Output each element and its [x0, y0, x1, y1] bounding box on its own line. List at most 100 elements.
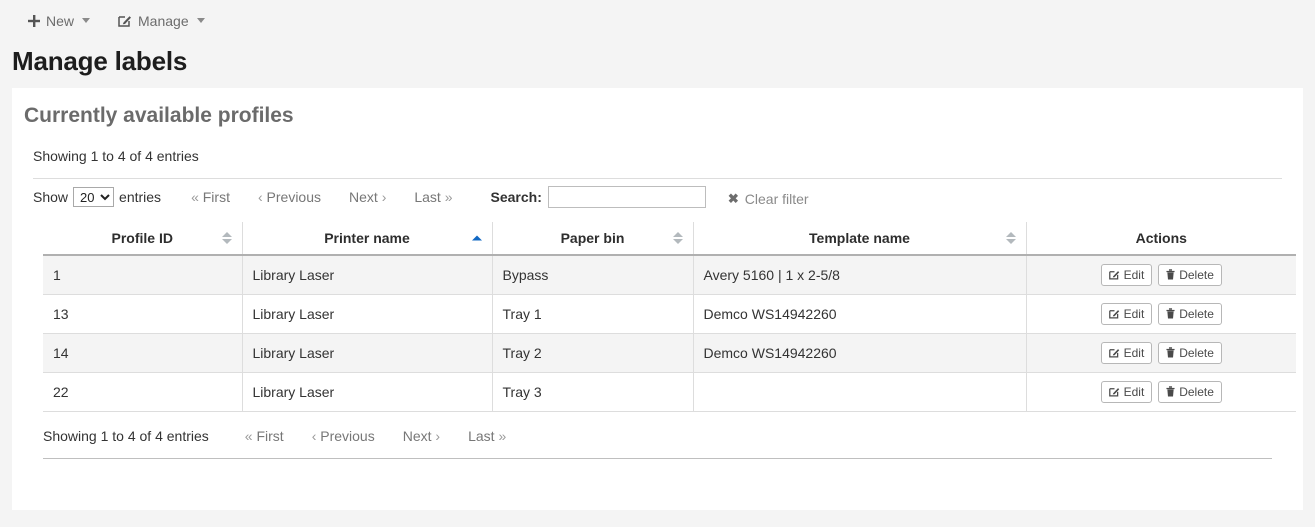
cell-profile-id: 1 — [43, 255, 242, 295]
column-label: Template name — [809, 230, 910, 246]
trash-icon — [1166, 386, 1175, 397]
datatable-info-bottom: Showing 1 to 4 of 4 entries — [43, 428, 209, 444]
page-first-label: First — [256, 428, 283, 444]
cell-actions: Edit Delete — [1026, 373, 1296, 412]
column-label: Paper bin — [561, 230, 625, 246]
table-body: 1 Library Laser Bypass Avery 5160 | 1 x … — [43, 255, 1296, 412]
sort-icon — [673, 232, 683, 244]
column-label: Profile ID — [112, 230, 173, 246]
edit-button-label: Edit — [1124, 385, 1145, 399]
page-next-label: Next — [403, 428, 432, 444]
page-length-select[interactable]: 20 — [73, 187, 114, 207]
cell-paper-bin: Bypass — [492, 255, 693, 295]
pencil-square-icon — [118, 14, 132, 27]
length-suffix-label: entries — [119, 189, 161, 205]
trash-icon — [1166, 269, 1175, 280]
sort-ascending-icon — [472, 236, 482, 241]
column-header-actions: Actions — [1026, 222, 1296, 255]
datatable-footer: Showing 1 to 4 of 4 entries « First ‹ Pr… — [12, 412, 1303, 444]
first-chevron-icon: « — [245, 428, 253, 444]
top-toolbar: New Manage — [0, 0, 1315, 41]
cell-printer-name: Library Laser — [242, 373, 492, 412]
delete-button-label: Delete — [1179, 307, 1214, 321]
last-chevron-icon: » — [445, 189, 453, 205]
page-last-label: Last — [414, 189, 440, 205]
pagination-top: « First ‹ Previous Next › Last » — [177, 189, 466, 205]
delete-button[interactable]: Delete — [1158, 381, 1222, 403]
delete-button-label: Delete — [1179, 268, 1214, 282]
datatable-controls: Show 20 entries « First ‹ Previous Next … — [12, 179, 1303, 208]
pagination-bottom: « First ‹ Previous Next › Last » — [231, 428, 520, 444]
cell-actions: Edit Delete — [1026, 295, 1296, 334]
search-label: Search: — [491, 189, 542, 205]
cell-template-name: Demco WS14942260 — [693, 334, 1026, 373]
delete-button-label: Delete — [1179, 346, 1214, 360]
sort-icon — [222, 232, 232, 244]
cell-printer-name: Library Laser — [242, 334, 492, 373]
delete-button[interactable]: Delete — [1158, 264, 1222, 286]
table-row: 13 Library Laser Tray 1 Demco WS14942260… — [43, 295, 1296, 334]
page-previous-button[interactable]: ‹ Previous — [298, 428, 389, 444]
cell-paper-bin: Tray 1 — [492, 295, 693, 334]
card-title: Currently available profiles — [12, 88, 1303, 128]
cell-paper-bin: Tray 3 — [492, 373, 693, 412]
column-header-template-name[interactable]: Template name — [693, 222, 1026, 255]
last-chevron-icon: » — [498, 428, 506, 444]
page-next-button[interactable]: Next › — [389, 428, 454, 444]
table-row: 1 Library Laser Bypass Avery 5160 | 1 x … — [43, 255, 1296, 295]
pencil-square-icon — [1109, 347, 1120, 358]
edit-button-label: Edit — [1124, 346, 1145, 360]
plus-icon — [28, 15, 40, 27]
page-next-label: Next — [349, 189, 378, 205]
page-title: Manage labels — [0, 41, 1315, 77]
x-icon: ✖ — [728, 191, 739, 207]
page-previous-button[interactable]: ‹ Previous — [244, 189, 335, 205]
edit-button[interactable]: Edit — [1101, 342, 1153, 364]
delete-button[interactable]: Delete — [1158, 303, 1222, 325]
column-header-paper-bin[interactable]: Paper bin — [492, 222, 693, 255]
page-last-button[interactable]: Last » — [400, 189, 466, 205]
new-menu-button[interactable]: New — [28, 14, 90, 28]
column-header-profile-id[interactable]: Profile ID — [43, 222, 242, 255]
column-label: Printer name — [324, 230, 410, 246]
clear-filter-button[interactable]: ✖ Clear filter — [728, 191, 809, 207]
cell-profile-id: 13 — [43, 295, 242, 334]
profiles-card: Currently available profiles Showing 1 t… — [12, 88, 1303, 510]
page-first-button[interactable]: « First — [231, 428, 298, 444]
search-control: Search: — [491, 186, 706, 208]
pencil-square-icon — [1109, 386, 1120, 397]
first-chevron-icon: « — [191, 189, 199, 205]
length-prefix-label: Show — [33, 189, 68, 205]
chevron-down-icon — [82, 18, 90, 23]
manage-menu-button[interactable]: Manage — [118, 14, 205, 28]
footer-divider — [43, 458, 1272, 459]
column-label: Actions — [1136, 230, 1187, 246]
cell-profile-id: 14 — [43, 334, 242, 373]
page-last-button[interactable]: Last » — [454, 428, 520, 444]
next-chevron-icon: › — [382, 189, 387, 205]
table-row: 14 Library Laser Tray 2 Demco WS14942260… — [43, 334, 1296, 373]
edit-button[interactable]: Edit — [1101, 264, 1153, 286]
page-first-label: First — [203, 189, 230, 205]
edit-button-label: Edit — [1124, 307, 1145, 321]
table-header-row: Profile ID Printer name Paper bin Templa… — [43, 222, 1296, 255]
trash-icon — [1166, 347, 1175, 358]
next-chevron-icon: › — [435, 428, 440, 444]
delete-button[interactable]: Delete — [1158, 342, 1222, 364]
edit-button[interactable]: Edit — [1101, 303, 1153, 325]
page-previous-label: Previous — [320, 428, 374, 444]
cell-template-name: Demco WS14942260 — [693, 295, 1026, 334]
search-input[interactable] — [548, 186, 706, 208]
edit-button[interactable]: Edit — [1101, 381, 1153, 403]
column-header-printer-name[interactable]: Printer name — [242, 222, 492, 255]
page-last-label: Last — [468, 428, 494, 444]
datatable-info-top: Showing 1 to 4 of 4 entries — [12, 128, 1303, 164]
page-first-button[interactable]: « First — [177, 189, 244, 205]
cell-actions: Edit Delete — [1026, 334, 1296, 373]
cell-profile-id: 22 — [43, 373, 242, 412]
cell-printer-name: Library Laser — [242, 295, 492, 334]
cell-template-name: Avery 5160 | 1 x 2-5/8 — [693, 255, 1026, 295]
length-control: Show 20 entries — [33, 187, 161, 207]
previous-chevron-icon: ‹ — [312, 428, 317, 444]
page-next-button[interactable]: Next › — [335, 189, 400, 205]
